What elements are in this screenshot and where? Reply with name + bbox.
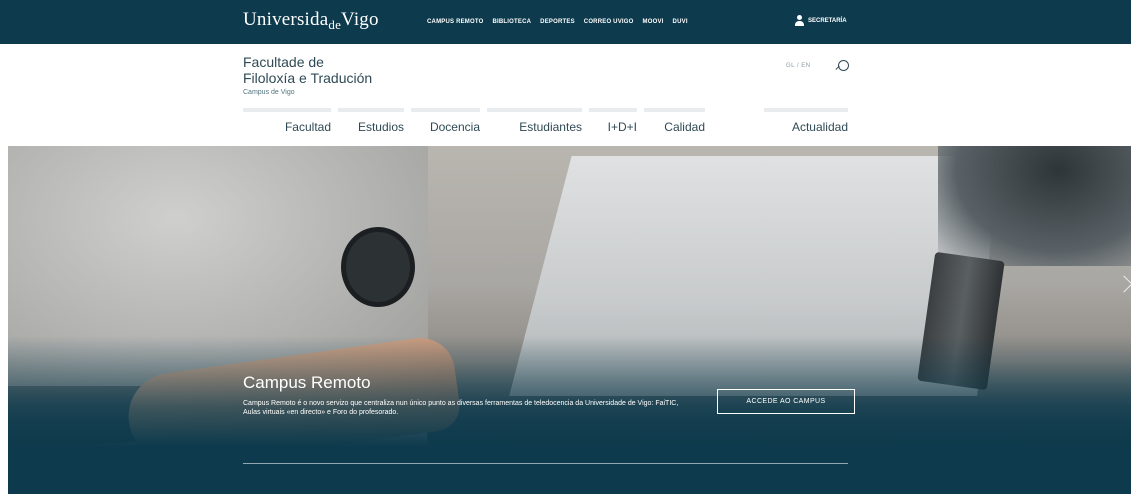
nav-bar [338, 108, 404, 112]
top-bar: UniversidadeVigo CAMPUS REMOTO BIBLIOTEC… [0, 0, 1131, 44]
user-icon [795, 15, 804, 26]
nav-label: Estudios [357, 120, 404, 134]
nav-item-estudios[interactable]: Estudios [338, 108, 404, 138]
university-logo[interactable]: UniversidadeVigo [243, 9, 379, 32]
hero-description: Campus Remoto é o novo servizo que centr… [243, 400, 679, 416]
nav-label: Calidad [664, 120, 705, 134]
hero-title: Campus Remoto [243, 373, 371, 392]
top-link-duvi[interactable]: DUVI [673, 19, 688, 25]
main-nav: Facultad Estudios Docencia Estudiantes I… [243, 108, 848, 138]
language-switcher[interactable]: GL / EN [786, 63, 811, 69]
top-link-biblioteca[interactable]: BIBLIOTECA [493, 19, 532, 25]
nav-item-docencia[interactable]: Docencia [411, 108, 480, 138]
nav-bar [487, 108, 582, 112]
nav-bar [243, 108, 331, 112]
top-link-correo-uvigo[interactable]: CORREO UVIGO [584, 19, 634, 25]
nav-item-calidad[interactable]: Calidad [644, 108, 705, 138]
nav-label: Docencia [429, 120, 480, 134]
nav-label: I+D+I [607, 120, 637, 134]
nav-label: Actualidad [791, 120, 848, 134]
access-campus-button[interactable]: ACCEDE AO CAMPUS [717, 389, 855, 414]
hero-photo-background [938, 146, 1131, 266]
logo-text-2: de [328, 17, 342, 32]
nav-bar [644, 108, 705, 112]
nav-item-facultad[interactable]: Facultad [243, 108, 331, 138]
campus-subtitle: Campus de Vigo [243, 89, 295, 96]
nav-item-idi[interactable]: I+D+I [589, 108, 637, 138]
top-link-moovi[interactable]: MOOVI [643, 19, 664, 25]
nav-item-actualidad[interactable]: Actualidad [712, 108, 848, 138]
nav-bar [589, 108, 637, 112]
nav-label: Facultad [284, 120, 331, 134]
secretaria-label: SECRETARÍA [808, 17, 847, 24]
secretaria-link[interactable]: SECRETARÍA [795, 15, 847, 26]
nav-item-estudiantes[interactable]: Estudiantes [487, 108, 582, 138]
top-nav: CAMPUS REMOTO BIBLIOTECA DEPORTES CORREO… [427, 19, 688, 25]
hero-divider [243, 463, 848, 464]
chevron-right-icon[interactable] [1115, 275, 1131, 293]
top-link-deportes[interactable]: DEPORTES [540, 19, 575, 25]
search-icon[interactable] [836, 60, 849, 74]
logo-text-1: Universida [243, 9, 329, 30]
nav-bar [764, 108, 848, 112]
top-link-campus-remoto[interactable]: CAMPUS REMOTO [427, 19, 484, 25]
faculty-title-line-1: Facultade de [243, 54, 324, 70]
nav-bar [411, 108, 480, 112]
nav-label: Estudiantes [519, 120, 582, 134]
faculty-title[interactable]: Facultade de Filoloxía e Tradución [243, 54, 372, 86]
hero-banner: Campus Remoto Campus Remoto é o novo ser… [8, 146, 1131, 494]
logo-text-3: Vigo [341, 9, 379, 30]
hero-photo-watch [346, 232, 410, 302]
faculty-title-line-2: Filoloxía e Tradución [243, 70, 373, 86]
